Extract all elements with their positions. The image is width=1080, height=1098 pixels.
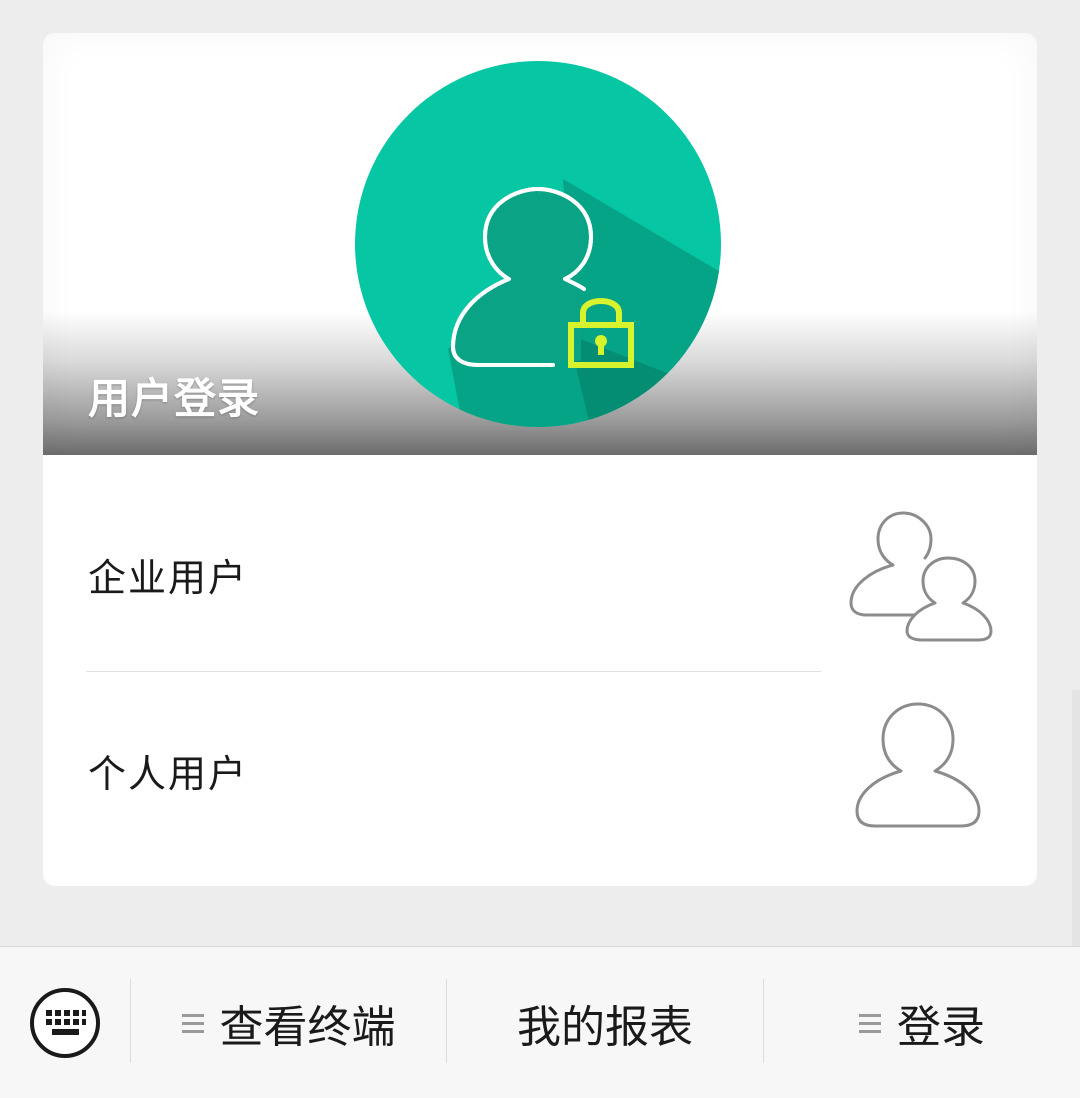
login-option-label: 个人用户 (88, 752, 249, 796)
scrollbar[interactable] (1072, 690, 1080, 946)
menu-my-reports[interactable]: 我的报表 (447, 947, 763, 1098)
menu-label: 我的报表 (517, 1001, 693, 1053)
bottom-menu-bar: 查看终端 我的报表 登录 (0, 946, 1080, 1098)
user-icon (855, 702, 981, 828)
submenu-icon (181, 1012, 204, 1034)
user-lock-icon (355, 61, 721, 427)
login-option-enterprise[interactable]: 企业用户 (43, 475, 1037, 670)
menu-login[interactable]: 登录 (764, 947, 1080, 1098)
keyboard-icon[interactable] (28, 986, 102, 1060)
menu-label: 查看终端 (219, 1001, 396, 1053)
users-icon (849, 511, 993, 642)
login-option-label: 企业用户 (88, 556, 249, 600)
page-title: 用户登录 (88, 374, 261, 423)
login-card: 用户登录 企业用户 个人用户 (43, 33, 1037, 886)
login-option-personal[interactable]: 个人用户 (43, 671, 1037, 866)
menu-label: 登录 (897, 1001, 985, 1053)
login-banner: 用户登录 (43, 33, 1037, 455)
submenu-icon (859, 1012, 881, 1034)
menu-view-terminal[interactable]: 查看终端 (131, 947, 446, 1098)
